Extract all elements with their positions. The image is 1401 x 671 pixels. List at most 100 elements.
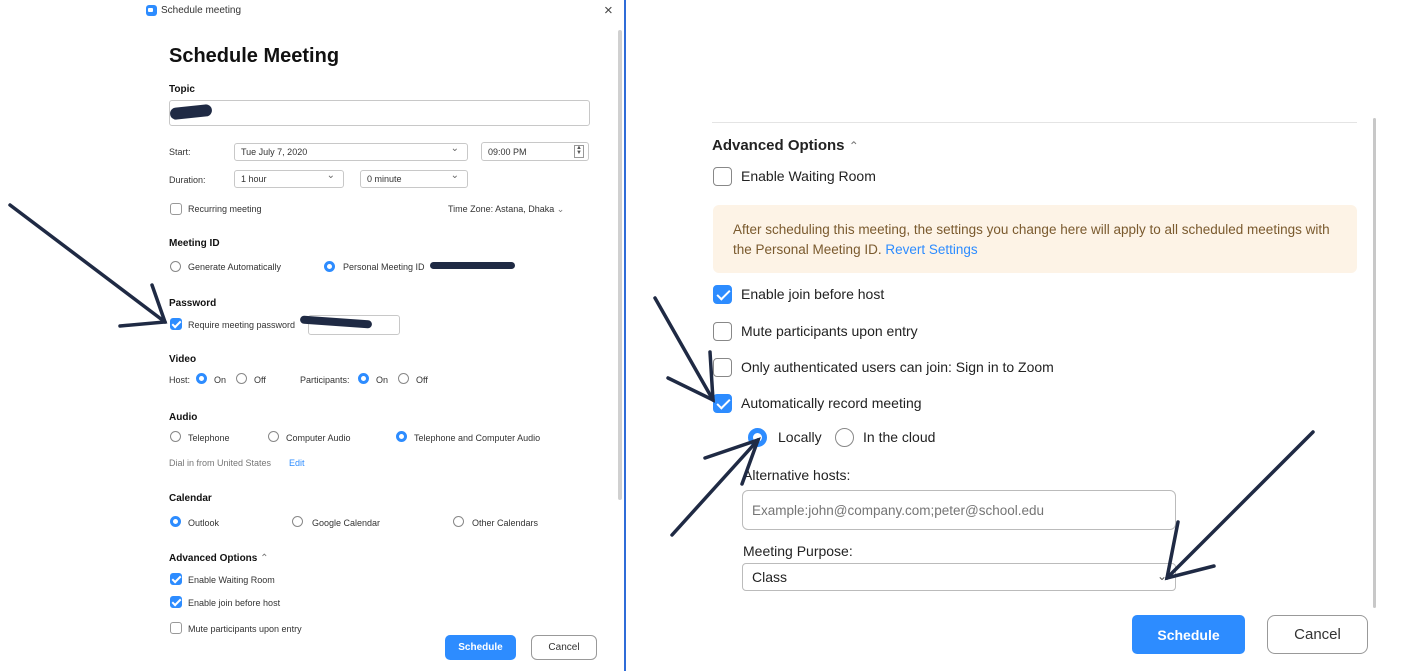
- mute-upon-entry-checkbox[interactable]: [713, 322, 732, 341]
- host-on-label: On: [214, 375, 227, 385]
- calendar-label: Calendar: [169, 493, 212, 504]
- start-time-value: 09:00 PM: [488, 146, 527, 157]
- schedule-button[interactable]: Schedule: [445, 635, 516, 660]
- participants-video-on-radio[interactable]: [358, 373, 369, 384]
- scrollbar[interactable]: [618, 30, 622, 500]
- notice-text: After scheduling this meeting, the setti…: [733, 222, 1330, 257]
- timezone-dropdown[interactable]: Time Zone: Astana, Dhaka ⌄: [448, 204, 564, 215]
- chevron-down-icon: ⌄: [1156, 569, 1167, 583]
- chevron-up-icon: ⌃: [260, 553, 269, 564]
- generate-automatically-label: Generate Automatically: [188, 262, 282, 272]
- join-before-host-checkbox[interactable]: [170, 596, 182, 608]
- schedule-meeting-dialog: Schedule meeting × Schedule Meeting Topi…: [140, 0, 626, 671]
- meeting-purpose-dropdown[interactable]: Class ⌄: [742, 563, 1176, 591]
- page-title: Schedule Meeting: [169, 45, 340, 67]
- mute-upon-entry-label: Mute participants upon entry: [188, 624, 302, 634]
- meeting-id-label: Meeting ID: [169, 238, 220, 249]
- meeting-purpose-value: Class: [752, 569, 788, 585]
- google-calendar-radio[interactable]: [292, 516, 303, 527]
- join-before-host-label: Enable join before host: [741, 286, 885, 302]
- chevron-down-icon: ⌄: [556, 204, 565, 214]
- record-locally-radio[interactable]: [748, 428, 767, 447]
- duration-minutes-dropdown[interactable]: 0 minute: [360, 170, 468, 188]
- host-video-on-radio[interactable]: [196, 373, 207, 384]
- auto-record-checkbox[interactable]: [713, 394, 732, 413]
- participants-video-off-radio[interactable]: [398, 373, 409, 384]
- scrollbar[interactable]: [1373, 118, 1376, 608]
- edit-link[interactable]: Edit: [289, 458, 305, 468]
- advanced-options-toggle[interactable]: Advanced Options ⌃: [712, 137, 859, 154]
- duration-hours-value: 1 hour: [241, 174, 267, 184]
- advanced-options-label: Advanced Options: [712, 137, 845, 154]
- waiting-room-label: Enable Waiting Room: [188, 575, 275, 585]
- zoom-app-icon: [146, 5, 157, 16]
- waiting-room-label: Enable Waiting Room: [741, 168, 876, 184]
- join-before-host-label: Enable join before host: [188, 598, 281, 608]
- mute-upon-entry-label: Mute participants upon entry: [741, 323, 918, 339]
- divider: [712, 122, 1357, 123]
- meeting-purpose-label: Meeting Purpose:: [743, 543, 853, 559]
- stepper-arrows-icon[interactable]: ▲ ▼: [574, 145, 584, 158]
- waiting-room-checkbox[interactable]: [170, 573, 182, 585]
- join-before-host-checkbox[interactable]: [713, 285, 732, 304]
- other-calendars-radio[interactable]: [453, 516, 464, 527]
- advanced-options-panel: Advanced Options ⌃ Enable Waiting Room A…: [640, 0, 1401, 671]
- personal-meeting-id-radio[interactable]: [324, 261, 335, 272]
- topic-label: Topic: [169, 84, 195, 95]
- other-calendars-label: Other Calendars: [472, 518, 539, 528]
- authenticated-only-checkbox[interactable]: [713, 358, 732, 377]
- record-cloud-label: In the cloud: [863, 429, 936, 445]
- duration-label: Duration:: [169, 175, 206, 185]
- cancel-button[interactable]: Cancel: [531, 635, 597, 660]
- close-icon[interactable]: ×: [604, 2, 613, 19]
- topic-input[interactable]: [169, 100, 590, 126]
- advanced-options-label: Advanced Options: [169, 553, 258, 564]
- waiting-room-checkbox[interactable]: [713, 167, 732, 186]
- dial-in-text: Dial in from United States: [169, 458, 272, 468]
- telephone-radio[interactable]: [170, 431, 181, 442]
- mute-upon-entry-checkbox[interactable]: [170, 622, 182, 634]
- host-label: Host:: [169, 375, 191, 385]
- record-locally-label: Locally: [778, 429, 822, 445]
- alternative-hosts-label: Alternative hosts:: [743, 467, 851, 483]
- telephone-and-computer-audio-radio[interactable]: [396, 431, 407, 442]
- revert-settings-link[interactable]: Revert Settings: [885, 242, 977, 257]
- chevron-up-icon: ⌃: [848, 139, 859, 153]
- host-off-label: Off: [254, 375, 266, 385]
- recurring-checkbox[interactable]: [170, 203, 182, 215]
- duration-hours-dropdown[interactable]: 1 hour: [234, 170, 344, 188]
- start-date-dropdown[interactable]: Tue July 7, 2020: [234, 143, 468, 161]
- password-label: Password: [169, 298, 217, 309]
- require-password-checkbox[interactable]: [170, 318, 182, 330]
- participants-on-label: On: [376, 375, 389, 385]
- redaction-scribble: [430, 262, 515, 269]
- authenticated-only-label: Only authenticated users can join: Sign …: [741, 359, 1054, 375]
- recurring-label: Recurring meeting: [188, 204, 262, 214]
- timezone-value: Time Zone: Astana, Dhaka: [448, 204, 555, 214]
- generate-automatically-radio[interactable]: [170, 261, 181, 272]
- computer-audio-radio[interactable]: [268, 431, 279, 442]
- computer-audio-label: Computer Audio: [286, 433, 351, 443]
- participants-off-label: Off: [416, 375, 428, 385]
- auto-record-label: Automatically record meeting: [741, 395, 922, 411]
- start-date-value: Tue July 7, 2020: [241, 147, 308, 157]
- settings-notice: After scheduling this meeting, the setti…: [713, 205, 1357, 273]
- cancel-button[interactable]: Cancel: [1267, 615, 1368, 654]
- start-time-stepper[interactable]: 09:00 PM ▲ ▼: [481, 142, 589, 161]
- outlook-radio[interactable]: [170, 516, 181, 527]
- schedule-button[interactable]: Schedule: [1132, 615, 1245, 654]
- require-password-label: Require meeting password: [188, 320, 296, 330]
- google-calendar-label: Google Calendar: [312, 518, 381, 528]
- audio-label: Audio: [169, 412, 198, 423]
- outlook-label: Outlook: [188, 518, 220, 528]
- panel-divider: [624, 0, 626, 671]
- record-cloud-radio[interactable]: [835, 428, 854, 447]
- host-video-off-radio[interactable]: [236, 373, 247, 384]
- participants-label: Participants:: [300, 375, 350, 385]
- personal-meeting-id-label: Personal Meeting ID: [343, 262, 425, 272]
- telephone-label: Telephone: [188, 433, 230, 443]
- alternative-hosts-input[interactable]: [742, 490, 1176, 530]
- video-label: Video: [169, 354, 197, 365]
- start-label: Start:: [169, 147, 191, 157]
- advanced-options-toggle[interactable]: Advanced Options ⌃: [169, 553, 269, 564]
